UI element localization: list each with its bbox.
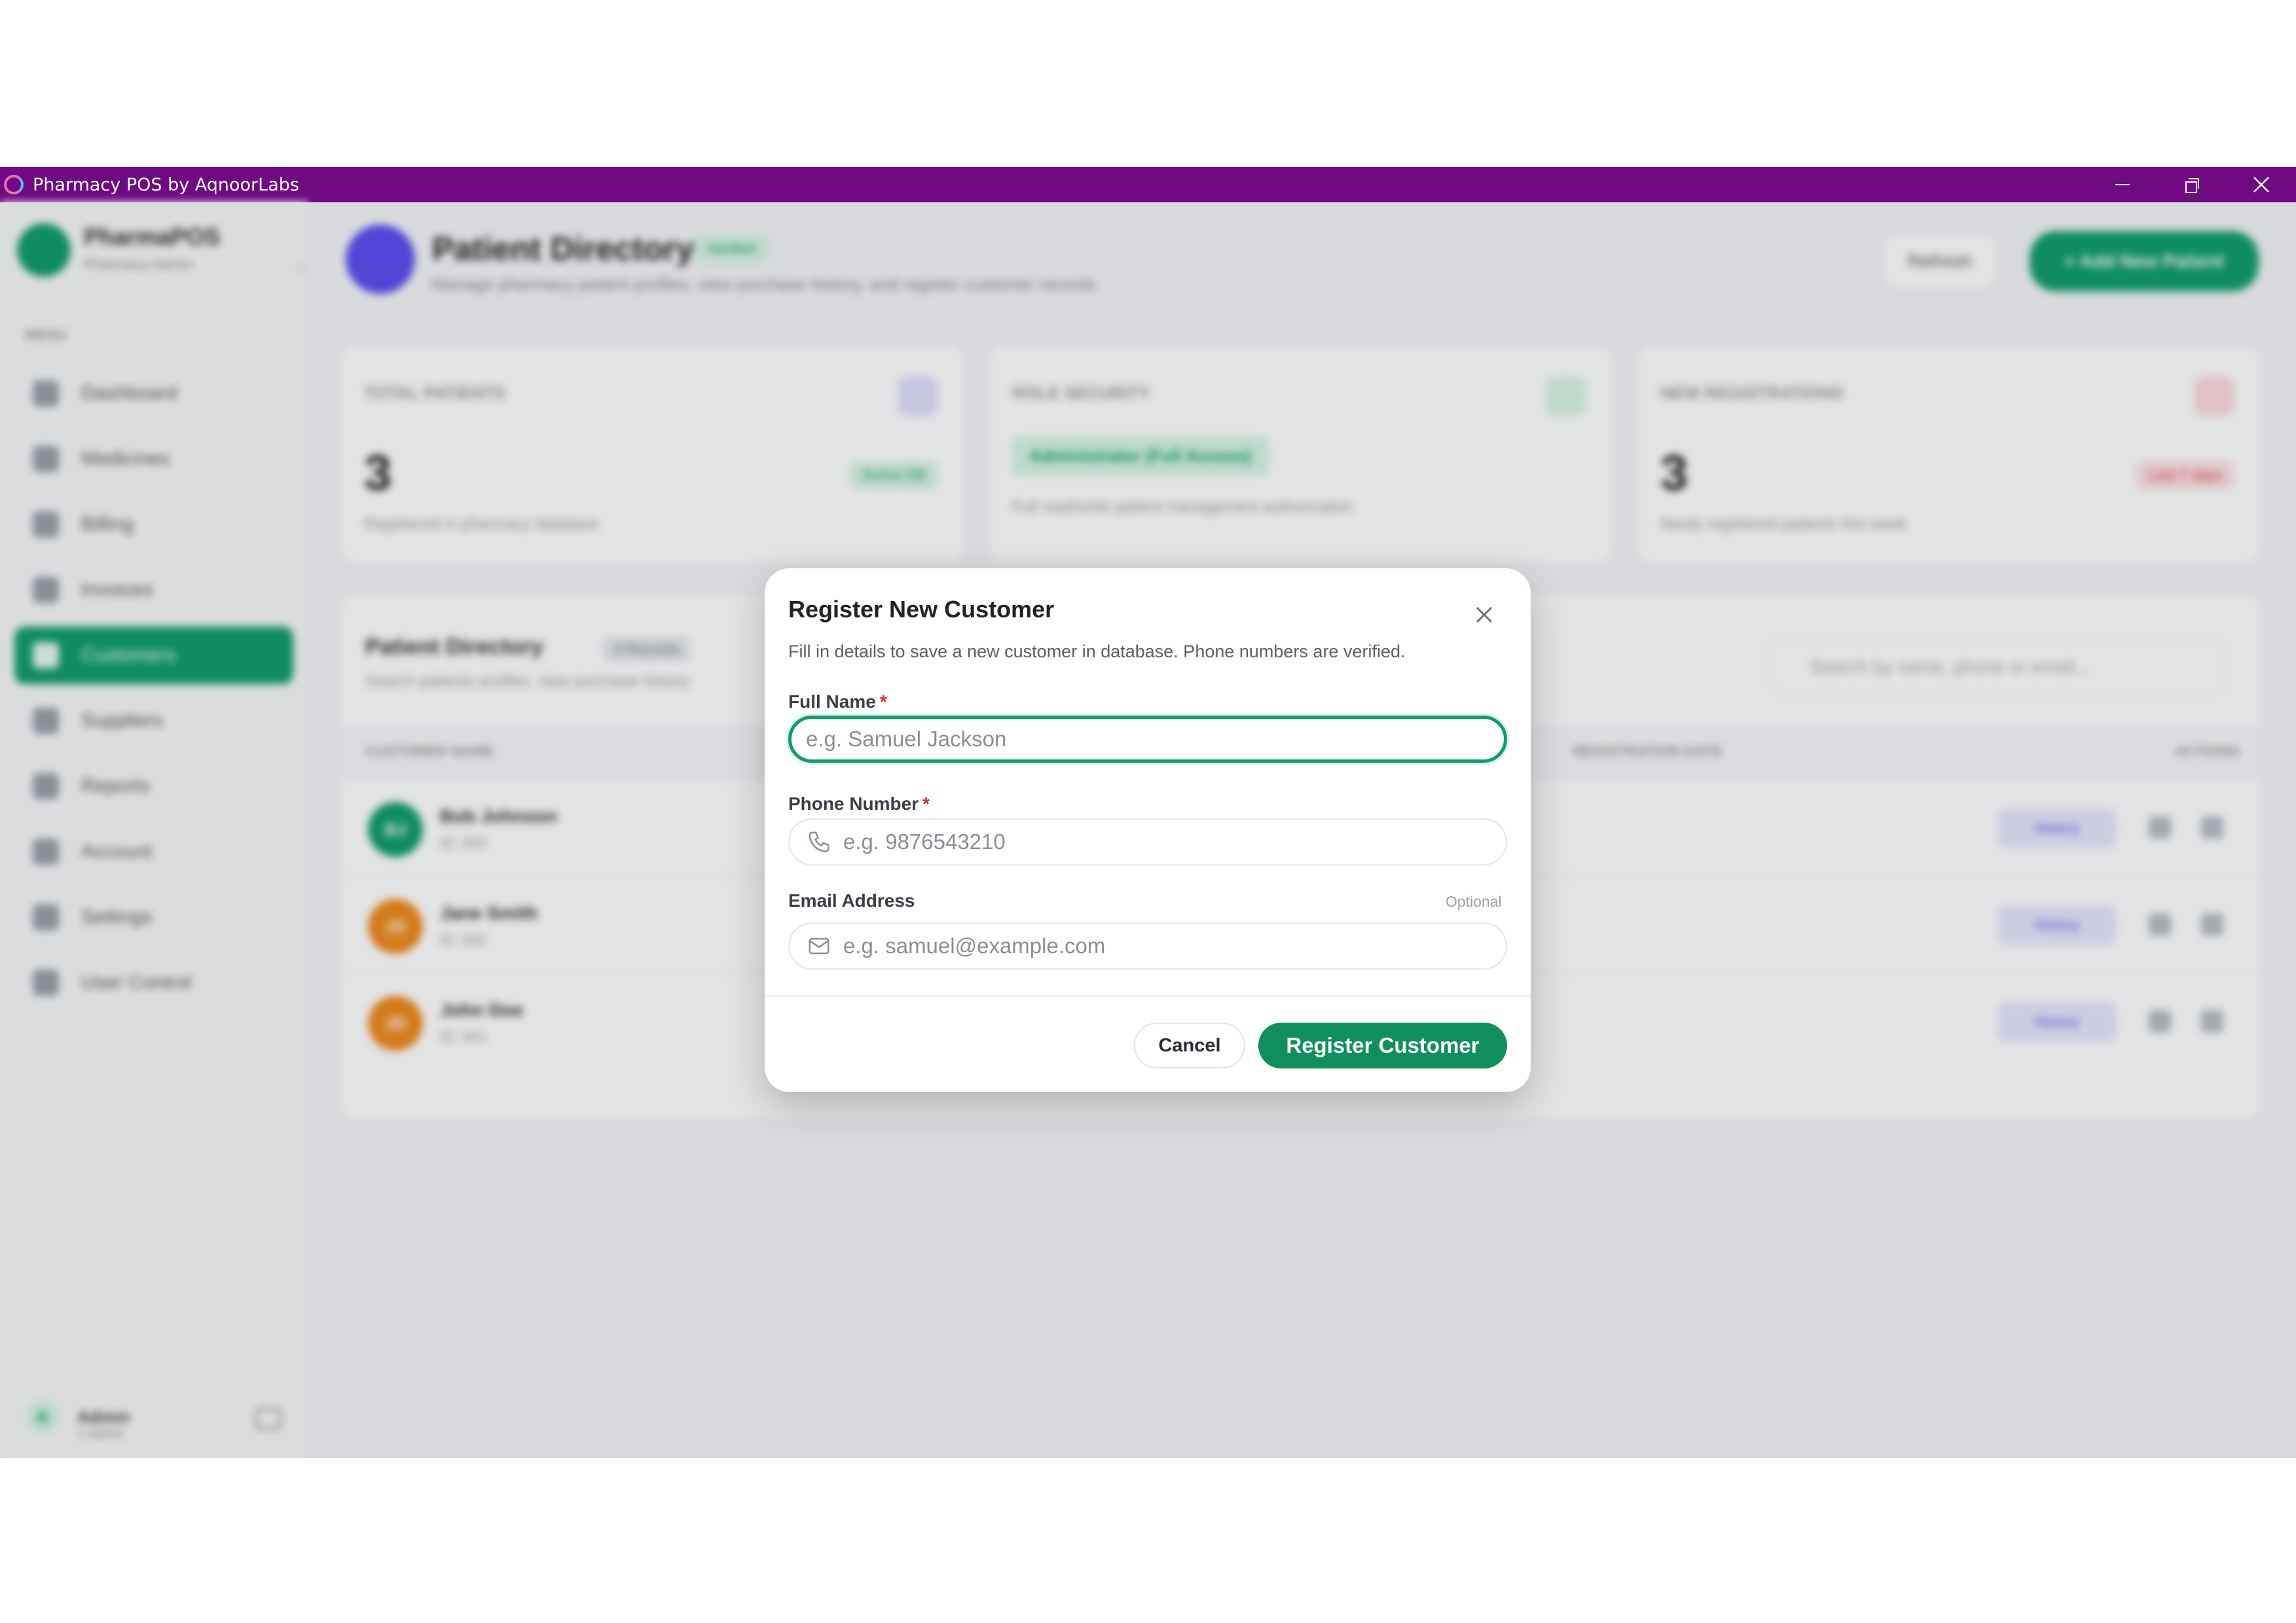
cancel-button[interactable]: Cancel xyxy=(1134,1023,1245,1068)
phone-number-input[interactable] xyxy=(788,818,1507,866)
restore-button[interactable] xyxy=(2157,167,2227,202)
phone-icon xyxy=(809,831,829,852)
required-marker: * xyxy=(879,691,887,712)
app-window: Pharmacy POS by AqnoorLabs PharmaPOS Pha… xyxy=(0,167,2296,1458)
full-name-input[interactable] xyxy=(788,716,1507,763)
close-icon xyxy=(1476,607,1492,623)
page: Pharmacy POS by AqnoorLabs PharmaPOS Pha… xyxy=(0,0,2296,1623)
close-window-button[interactable] xyxy=(2227,167,2296,202)
window-controls xyxy=(2088,167,2296,202)
titlebar: Pharmacy POS by AqnoorLabs xyxy=(0,167,2296,202)
phone-number-label-text: Phone Number xyxy=(788,793,919,814)
close-window-icon xyxy=(2253,177,2269,192)
register-customer-button[interactable]: Register Customer xyxy=(1258,1023,1507,1068)
modal-footer: Cancel Register Customer xyxy=(765,995,1531,1092)
email-address-label: Email Address xyxy=(788,890,915,911)
app-logo-icon xyxy=(4,175,24,194)
minimize-button[interactable] xyxy=(2088,167,2157,202)
required-marker: * xyxy=(922,793,930,814)
close-modal-button[interactable] xyxy=(1470,601,1498,629)
modal-title: Register New Customer xyxy=(788,596,1055,623)
minimize-icon xyxy=(2115,184,2130,185)
register-customer-modal: Register New Customer Fill in details to… xyxy=(765,568,1531,1092)
full-name-label-text: Full Name xyxy=(788,691,876,712)
email-address-input[interactable] xyxy=(788,922,1507,970)
phone-number-label: Phone Number * xyxy=(788,793,930,814)
modal-description: Fill in details to save a new customer i… xyxy=(788,642,1406,661)
mail-icon xyxy=(809,938,829,955)
full-name-label: Full Name * xyxy=(788,691,887,712)
restore-icon xyxy=(2185,178,2199,193)
window-title: Pharmacy POS by AqnoorLabs xyxy=(33,174,299,195)
optional-hint: Optional xyxy=(1446,893,1502,910)
